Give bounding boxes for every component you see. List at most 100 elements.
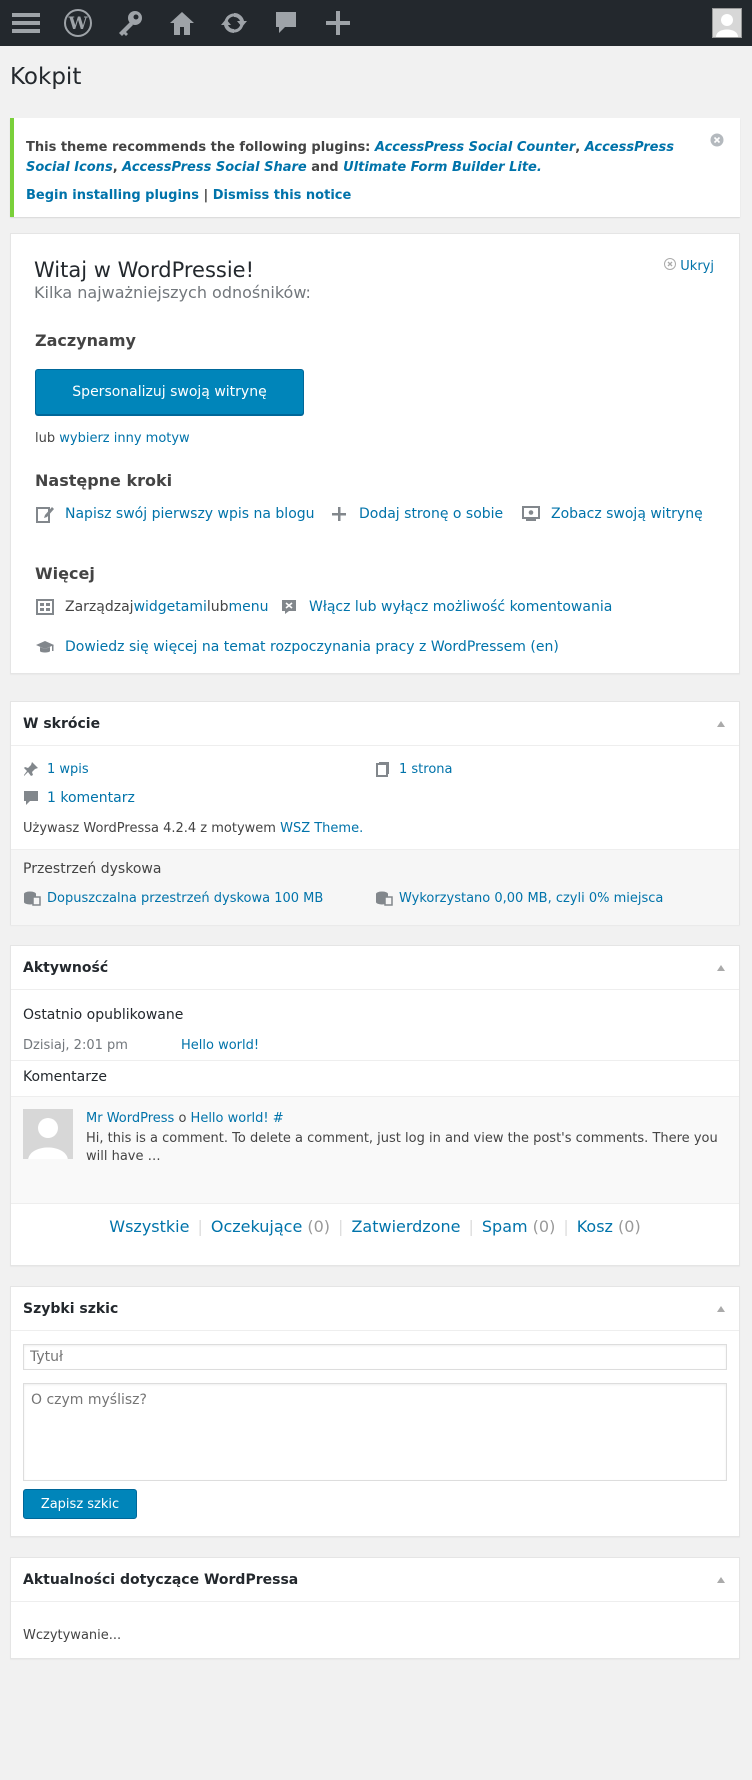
filter-count: (0)	[618, 1217, 641, 1236]
comment-on-text: o	[174, 1111, 191, 1126]
filter-separator: |	[338, 1217, 344, 1236]
close-icon[interactable]	[710, 133, 724, 147]
comment-meta: Mr WordPress o Hello world! #	[86, 1111, 284, 1126]
posts-count-link[interactable]: 1 wpis	[47, 762, 89, 777]
comments-off-icon	[279, 597, 299, 617]
learn-more-icon	[35, 637, 55, 657]
quick-draft-widget: Szybki szkic Zapisz szkic	[10, 1286, 740, 1537]
save-draft-button[interactable]: Zapisz szkic	[23, 1489, 137, 1519]
collapse-arrow-icon[interactable]	[717, 720, 725, 727]
recent-comment: Mr WordPress o Hello world! # Hi, this i…	[11, 1096, 739, 1204]
notice-and: and	[306, 160, 344, 175]
posts-count-item[interactable]: 1 wpis	[23, 761, 89, 777]
learn-more-link[interactable]: Dowiedz się więcej na temat rozpoczynani…	[65, 639, 559, 655]
welcome-dismiss-label: Ukryj	[680, 258, 714, 274]
notice-separator: ,	[112, 160, 123, 175]
at-a-glance-widget: W skrócie 1 wpis 1 strona 1 komentarz Uż…	[10, 701, 740, 925]
theme-link[interactable]: WSZ Theme.	[280, 821, 363, 836]
widget-header[interactable]: Aktywność	[11, 946, 739, 990]
draft-content-textarea[interactable]	[23, 1383, 727, 1481]
collapse-arrow-icon[interactable]	[717, 1576, 725, 1583]
manage-text: Zarządzaj	[65, 599, 134, 615]
more-heading: Więcej	[35, 564, 95, 583]
widget-header[interactable]: W skrócie	[11, 702, 739, 746]
plugins-notice: This theme recommends the following plug…	[10, 118, 740, 217]
home-icon[interactable]	[156, 0, 208, 46]
key-icon[interactable]	[104, 0, 156, 46]
notice-message: This theme recommends the following plug…	[26, 138, 690, 178]
view-site-item[interactable]: Zobacz swoją witrynę	[521, 504, 703, 524]
get-started-heading: Zaczynamy	[35, 331, 136, 350]
recent-published-title: Ostatnio opublikowane	[23, 1007, 184, 1023]
disk-used-text: Wykorzystano 0,00 MB, czyli 0% miejsca	[399, 890, 664, 906]
avatar	[23, 1109, 73, 1159]
recent-post-link[interactable]: Hello world!	[181, 1038, 259, 1053]
plugin-link-social-share[interactable]: AccessPress Social Share	[122, 160, 307, 175]
next-steps-heading: Następne kroki	[35, 471, 173, 490]
news-loading-text: Wczytywanie...	[23, 1628, 122, 1643]
menu-icon[interactable]	[0, 0, 52, 46]
comments-icon[interactable]	[260, 0, 312, 46]
edit-page-icon	[35, 504, 55, 524]
choose-theme-line: lub wybierz inny motyw	[35, 431, 190, 446]
recent-post-row: Dzisiaj, 2:01 pm Hello world!	[23, 1031, 727, 1067]
widget-title: Aktywność	[23, 959, 109, 976]
filter-approved-link[interactable]: Zatwierdzone	[351, 1217, 460, 1236]
widget-header[interactable]: Aktualności dotyczące WordPressa	[11, 1558, 739, 1602]
version-text: Używasz WordPressa 4.2.4 z motywem	[23, 821, 281, 836]
menus-link[interactable]: menu	[229, 599, 269, 615]
learn-more-item[interactable]: Dowiedz się więcej na temat rozpoczynani…	[35, 637, 559, 657]
customize-site-button[interactable]: Spersonalizuj swoją witrynę	[35, 369, 304, 415]
comment-post-link[interactable]: Hello world! #	[191, 1111, 284, 1126]
recent-post-date: Dzisiaj, 2:01 pm	[23, 1038, 128, 1053]
write-post-link[interactable]: Napisz swój pierwszy wpis na blogu	[65, 506, 315, 522]
filter-pending-link[interactable]: Oczekujące	[211, 1217, 302, 1236]
user-avatar[interactable]	[712, 8, 742, 38]
disk-space-title: Przestrzeń dyskowa	[23, 861, 162, 877]
comment-author-link[interactable]: Mr WordPress	[86, 1111, 174, 1126]
draft-title-input[interactable]	[23, 1344, 727, 1370]
disk-space-section: Przestrzeń dyskowa Dopuszczalna przestrz…	[11, 849, 739, 925]
pin-icon	[23, 761, 39, 777]
widgets-link[interactable]: widgetami	[134, 599, 207, 615]
add-about-link[interactable]: Dodaj stronę o sobie	[359, 506, 503, 522]
filter-separator: |	[468, 1217, 474, 1236]
welcome-title: Witaj w WordPressie!	[34, 258, 255, 282]
filter-spam-link[interactable]: Spam	[482, 1217, 528, 1236]
pages-count-item[interactable]: 1 strona	[375, 761, 453, 777]
comments-count-link[interactable]: 1 komentarz	[47, 790, 135, 806]
view-site-link[interactable]: Zobacz swoją witrynę	[551, 506, 703, 522]
disk-allowed-text: Dopuszczalna przestrzeń dyskowa 100 MB	[47, 890, 324, 906]
collapse-arrow-icon[interactable]	[717, 964, 725, 971]
welcome-dismiss[interactable]: Ukryj	[664, 258, 714, 274]
widget-header[interactable]: Szybki szkic	[11, 1287, 739, 1331]
comments-section-title: Komentarze	[23, 1069, 107, 1085]
dismiss-notice-link[interactable]: Dismiss this notice	[213, 188, 352, 203]
filter-trash-link[interactable]: Kosz	[577, 1217, 613, 1236]
wordpress-logo-icon[interactable]: W	[52, 0, 104, 46]
plugin-link-social-counter[interactable]: AccessPress Social Counter	[375, 140, 575, 155]
wordpress-news-widget: Aktualności dotyczące WordPressa Wczytyw…	[10, 1557, 740, 1659]
page-title: Kokpit	[10, 64, 82, 90]
plugin-link-form-builder[interactable]: Ultimate Form Builder Lite.	[343, 160, 542, 175]
begin-installing-link[interactable]: Begin installing plugins	[26, 188, 199, 203]
add-about-item[interactable]: Dodaj stronę o sobie	[329, 504, 503, 524]
notice-actions: Begin installing plugins | Dismiss this …	[26, 186, 690, 206]
version-info: Używasz WordPressa 4.2.4 z motywem WSZ T…	[23, 821, 363, 836]
filter-count: (0)	[307, 1217, 331, 1236]
admin-bar: W	[0, 0, 752, 46]
comments-toggle-item[interactable]: Włącz lub wyłącz możliwość komentowania	[279, 597, 612, 617]
welcome-panel: Witaj w WordPressie! Kilka najważniejszy…	[10, 233, 740, 674]
collapse-arrow-icon[interactable]	[717, 1305, 725, 1312]
svg-text:W: W	[67, 14, 88, 34]
filter-separator: |	[197, 1217, 203, 1236]
updates-icon[interactable]	[208, 0, 260, 46]
filter-all-link[interactable]: Wszystkie	[109, 1217, 189, 1236]
choose-theme-link[interactable]: wybierz inny motyw	[59, 431, 189, 446]
comments-toggle-link[interactable]: Włącz lub wyłącz możliwość komentowania	[309, 599, 612, 615]
comments-count-item[interactable]: 1 komentarz	[23, 790, 135, 806]
plus-icon[interactable]	[312, 0, 364, 46]
write-post-item[interactable]: Napisz swój pierwszy wpis na blogu	[35, 504, 315, 524]
widgets-icon	[35, 597, 55, 617]
pages-count-link[interactable]: 1 strona	[399, 762, 453, 777]
